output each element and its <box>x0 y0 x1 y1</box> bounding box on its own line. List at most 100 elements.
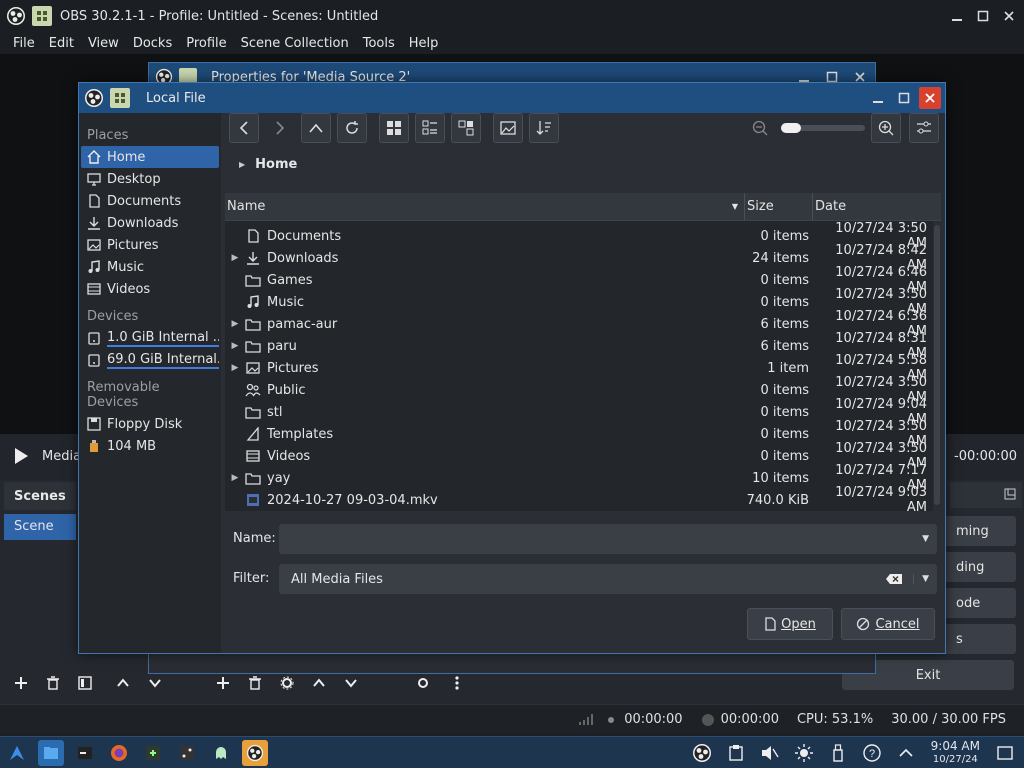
start-streaming-button[interactable]: ming <box>944 516 1016 546</box>
name-field[interactable]: ▼ <box>279 524 937 554</box>
place-videos-label: Videos <box>107 281 151 297</box>
place-home[interactable]: Home <box>81 146 219 168</box>
device-internal-1[interactable]: 1.0 GiB Internal ... <box>81 327 219 349</box>
expand-arrow-icon[interactable]: ▶ <box>225 363 245 373</box>
dialog-close-button[interactable] <box>919 87 941 109</box>
system-monitor-icon[interactable] <box>174 740 200 766</box>
studio-mode-button[interactable]: ode <box>944 588 1016 618</box>
back-button[interactable] <box>229 113 259 143</box>
maximize-button[interactable] <box>972 5 994 27</box>
menu-help[interactable]: Help <box>409 36 439 51</box>
expand-arrow-icon[interactable]: ▶ <box>225 341 245 351</box>
remove-scene-icon[interactable] <box>40 670 66 696</box>
menu-docks[interactable]: Docks <box>133 36 172 51</box>
ghost-app-icon[interactable] <box>208 740 234 766</box>
date-column-header[interactable]: Date <box>813 193 929 220</box>
expand-arrow-icon[interactable]: ▶ <box>225 253 245 263</box>
icons-view-button[interactable] <box>379 113 409 143</box>
device-internal-2[interactable]: 69.0 GiB Internal... <box>81 349 219 371</box>
file-size: 0 items <box>760 448 809 464</box>
place-pictures[interactable]: Pictures <box>81 234 219 256</box>
file-list-scrollbar[interactable] <box>933 221 941 511</box>
obs-taskbar-icon[interactable] <box>242 739 268 766</box>
dialog-minimize-button[interactable] <box>867 87 889 109</box>
menu-scene-collection[interactable]: Scene Collection <box>241 36 349 51</box>
close-button[interactable] <box>998 5 1020 27</box>
scrollbar-thumb[interactable] <box>934 225 940 505</box>
move-up-icon[interactable] <box>110 670 136 696</box>
filter-dropdown-icon[interactable]: ▼ <box>913 574 929 584</box>
file-name: stl <box>267 404 283 420</box>
volume-muted-icon[interactable] <box>757 740 783 766</box>
zoom-slider[interactable] <box>781 123 865 133</box>
tree-view-button[interactable] <box>451 113 481 143</box>
file-size: 6 items <box>760 316 809 332</box>
tray-expand-icon[interactable] <box>893 740 919 766</box>
expand-arrow-icon[interactable]: ▶ <box>225 473 245 483</box>
zoom-slider-handle[interactable] <box>781 123 801 133</box>
menu-tools[interactable]: Tools <box>363 36 395 51</box>
file-manager-icon[interactable] <box>38 739 64 766</box>
dialog-maximize-button[interactable] <box>893 87 915 109</box>
file-row[interactable]: 2024-10-27 09-03-04.mkv 740.0 KiB 10/27/24… <box>225 485 941 515</box>
device-internal-1-label: 1.0 GiB Internal ... <box>107 330 219 347</box>
play-icon[interactable] <box>12 446 30 466</box>
start-recording-button[interactable]: ding <box>944 552 1016 582</box>
taskbar: ? 9:04 AM 10/27/24 <box>0 736 1024 768</box>
preview-toggle-button[interactable] <box>493 113 523 143</box>
name-label: Name: <box>233 531 276 546</box>
minimize-button[interactable] <box>946 5 968 27</box>
show-desktop-icon[interactable] <box>992 740 1018 766</box>
device-104mb[interactable]: 104 MB <box>81 435 219 457</box>
place-videos[interactable]: Videos <box>81 278 219 300</box>
scene-filters-icon[interactable] <box>72 670 98 696</box>
place-documents[interactable]: Documents <box>81 190 219 212</box>
scene-item[interactable]: Scene <box>4 514 76 540</box>
help-icon[interactable]: ? <box>859 740 885 766</box>
settings-button[interactable]: s <box>944 624 1016 654</box>
device-floppy[interactable]: Floppy Disk <box>81 413 219 435</box>
zoom-out-button[interactable] <box>745 113 775 143</box>
menu-view[interactable]: View <box>88 36 119 51</box>
place-downloads[interactable]: Downloads <box>81 212 219 234</box>
controls-dock-header <box>950 482 1022 508</box>
obs-tray-icon[interactable] <box>689 740 715 766</box>
clear-filter-icon[interactable] <box>885 573 903 585</box>
options-button[interactable] <box>909 113 939 143</box>
clipboard-icon[interactable] <box>723 740 749 766</box>
file-size: 0 items <box>760 382 809 398</box>
cancel-button[interactable]: Cancel <box>841 608 935 640</box>
name-column-header[interactable]: Name ▼ <box>225 193 745 220</box>
terminal-icon[interactable] <box>72 740 98 766</box>
parent-folder-button[interactable] <box>301 113 331 143</box>
firefox-icon[interactable] <box>106 740 132 766</box>
expand-arrow-icon[interactable]: ▶ <box>225 319 245 329</box>
usb-device-icon[interactable] <box>825 740 851 766</box>
menu-file[interactable]: File <box>13 36 35 51</box>
filter-label: Filter: <box>233 571 270 586</box>
menu-profile[interactable]: Profile <box>186 36 226 51</box>
open-button[interactable]: Open <box>747 608 833 640</box>
open-label: Open <box>781 616 816 632</box>
name-history-dropdown-icon[interactable]: ▼ <box>922 534 929 544</box>
software-store-icon[interactable] <box>140 740 166 766</box>
breadcrumb-home[interactable]: Home <box>255 157 297 172</box>
compact-view-button[interactable] <box>415 113 445 143</box>
obs-titlebar: OBS 30.2.1-1 - Profile: Untitled - Scene… <box>0 0 1024 32</box>
size-column-header[interactable]: Size <box>745 193 813 220</box>
forward-button[interactable] <box>265 113 295 143</box>
brightness-icon[interactable] <box>791 740 817 766</box>
place-desktop[interactable]: Desktop <box>81 168 219 190</box>
scenes-toolbar <box>8 670 168 696</box>
place-music[interactable]: Music <box>81 256 219 278</box>
filter-field[interactable]: All Media Files ▼ <box>279 564 937 594</box>
menu-edit[interactable]: Edit <box>49 36 74 51</box>
app-launcher-icon[interactable] <box>4 740 30 766</box>
add-scene-icon[interactable] <box>8 670 34 696</box>
reload-button[interactable] <box>337 113 367 143</box>
name-column-label: Name <box>227 199 266 214</box>
sort-button[interactable] <box>529 113 559 143</box>
file-size: 0 items <box>760 272 809 288</box>
zoom-in-button[interactable] <box>871 113 901 143</box>
clock[interactable]: 9:04 AM 10/27/24 <box>931 739 980 766</box>
